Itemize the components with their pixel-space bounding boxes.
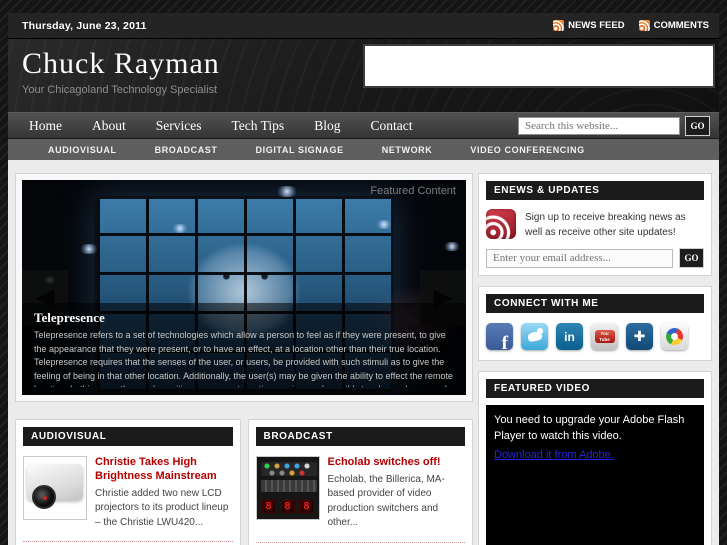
- site-tagline: Your Chicagoland Technology Specialist: [22, 83, 218, 96]
- spotlight: [170, 224, 190, 233]
- nav-item-services[interactable]: Services: [141, 118, 217, 134]
- subnav-item-video-conferencing[interactable]: VIDEO CONFERENCING: [470, 145, 584, 155]
- site-title: Chuck Rayman: [22, 47, 220, 80]
- utility-bar: Thursday, June 23, 2011 NEWS FEED COMMEN…: [8, 13, 719, 39]
- flash-upgrade-message: You need to upgrade your Adobe Flash Pla…: [494, 414, 685, 442]
- featured-video-widget: FEATURED VIDEO You need to upgrade your …: [478, 371, 712, 545]
- news-feed-link[interactable]: NEWS FEED: [553, 20, 625, 31]
- slide-excerpt: Telepresence refers to a set of technolo…: [34, 330, 453, 387]
- content-area: Featured Content ◀ ▶ Telepresence Telepr…: [8, 160, 719, 545]
- slide-caption: Telepresence Telepresence refers to a se…: [22, 303, 466, 395]
- article-link-christie[interactable]: Christie Takes High Brightness Mainstrea…: [95, 456, 233, 484]
- header-ad-banner: [363, 44, 715, 88]
- article-link-echolab[interactable]: Echolab switches off!: [328, 456, 466, 470]
- switcher-thumbnail[interactable]: 8 8 8: [255, 456, 320, 520]
- featured-video-header: FEATURED VIDEO: [486, 379, 704, 398]
- enews-header: ENEWS & UPDATES: [486, 181, 704, 200]
- video-player-area: You need to upgrade your Adobe Flash Pla…: [486, 405, 704, 545]
- enews-widget: ENEWS & UPDATES Sign up to receive break…: [478, 173, 712, 276]
- enews-blurb: Sign up to receive breaking news as well…: [525, 212, 686, 238]
- slide-title[interactable]: Telepresence: [34, 310, 454, 326]
- category-navigation: AUDIOVISUAL BROADCAST DIGITAL SIGNAGE NE…: [8, 139, 719, 160]
- spotlight: [78, 244, 100, 254]
- adobe-download-link[interactable]: Download it from Adobe.: [494, 449, 614, 461]
- projector-thumbnail[interactable]: [23, 456, 87, 520]
- broadcast-section: BROADCAST 8 8 8 Echolab switches off! Ec…: [247, 419, 473, 545]
- rss-icon[interactable]: [486, 209, 516, 239]
- google-buzz-icon[interactable]: [661, 323, 688, 350]
- audiovisual-section: AUDIOVISUAL Christie Takes High Brightne…: [15, 419, 241, 545]
- slide-telepresence[interactable]: Featured Content ◀ ▶ Telepresence Telepr…: [22, 180, 466, 395]
- article-excerpt: Christie added two new LCD projectors to…: [95, 487, 229, 528]
- linkedin-icon[interactable]: in: [556, 323, 583, 350]
- main-column: Featured Content ◀ ▶ Telepresence Telepr…: [15, 173, 473, 545]
- current-date: Thursday, June 23, 2011: [22, 19, 147, 32]
- email-go-button[interactable]: GO: [679, 248, 704, 268]
- site-header: Chuck Rayman Your Chicagoland Technology…: [8, 39, 719, 112]
- switcher-buttons-art: [260, 462, 317, 476]
- nav-item-home[interactable]: Home: [14, 118, 77, 134]
- divider: [255, 541, 465, 543]
- featured-slider: Featured Content ◀ ▶ Telepresence Telepr…: [15, 173, 473, 402]
- switcher-strip-art: [260, 480, 317, 492]
- facebook-icon[interactable]: f: [486, 323, 513, 350]
- nav-item-contact[interactable]: Contact: [355, 118, 427, 134]
- rss-icon: [553, 20, 565, 31]
- news-feed-label: NEWS FEED: [568, 20, 625, 31]
- digg-icon[interactable]: ✚: [626, 323, 653, 350]
- nav-item-about[interactable]: About: [77, 118, 141, 134]
- divider: [23, 541, 233, 542]
- subnav-item-digital-signage[interactable]: DIGITAL SIGNAGE: [256, 145, 344, 155]
- spotlight: [442, 242, 462, 251]
- search-input[interactable]: [518, 116, 680, 135]
- led-digit: 8: [261, 500, 276, 513]
- email-input[interactable]: [486, 248, 673, 268]
- main-navigation: Home About Services Tech Tips Blog Conta…: [8, 112, 719, 139]
- site-branding[interactable]: Chuck Rayman Your Chicagoland Technology…: [22, 47, 220, 96]
- nav-item-tech-tips[interactable]: Tech Tips: [216, 118, 299, 134]
- page-wrapper: Thursday, June 23, 2011 NEWS FEED COMMEN…: [8, 13, 719, 545]
- search-go-button[interactable]: GO: [685, 115, 710, 136]
- article: Christie Takes High Brightness Mainstrea…: [23, 456, 233, 530]
- featured-content-badge: Featured Content: [370, 185, 456, 197]
- sidebar: ENEWS & UPDATES Sign up to receive break…: [478, 173, 712, 545]
- youtube-icon[interactable]: You Tube: [591, 323, 618, 350]
- spotlight: [374, 220, 394, 229]
- section-header-broadcast[interactable]: BROADCAST: [255, 427, 465, 446]
- projector-lens-art: [32, 485, 56, 509]
- section-header-audiovisual[interactable]: AUDIOVISUAL: [23, 427, 233, 446]
- connect-header: CONNECT WITH ME: [486, 294, 704, 313]
- spotlight: [274, 186, 300, 197]
- comments-label: COMMENTS: [653, 20, 709, 31]
- nav-item-blog[interactable]: Blog: [299, 118, 355, 134]
- comments-feed-link[interactable]: COMMENTS: [638, 20, 709, 31]
- led-digit: 8: [280, 500, 295, 513]
- rss-icon: [638, 20, 650, 31]
- subnav-item-broadcast[interactable]: BROADCAST: [155, 145, 218, 155]
- subnav-item-network[interactable]: NETWORK: [382, 145, 433, 155]
- connect-widget: CONNECT WITH ME f in You Tube ✚: [478, 286, 712, 361]
- article: 8 8 8 Echolab switches off! Echolab, the…: [255, 456, 466, 531]
- twitter-icon[interactable]: [521, 323, 548, 350]
- led-digit: 8: [299, 500, 314, 513]
- article-excerpt: Echolab, the Billerica, MA-based provide…: [327, 473, 445, 529]
- subnav-item-audiovisual[interactable]: AUDIOVISUAL: [48, 145, 117, 155]
